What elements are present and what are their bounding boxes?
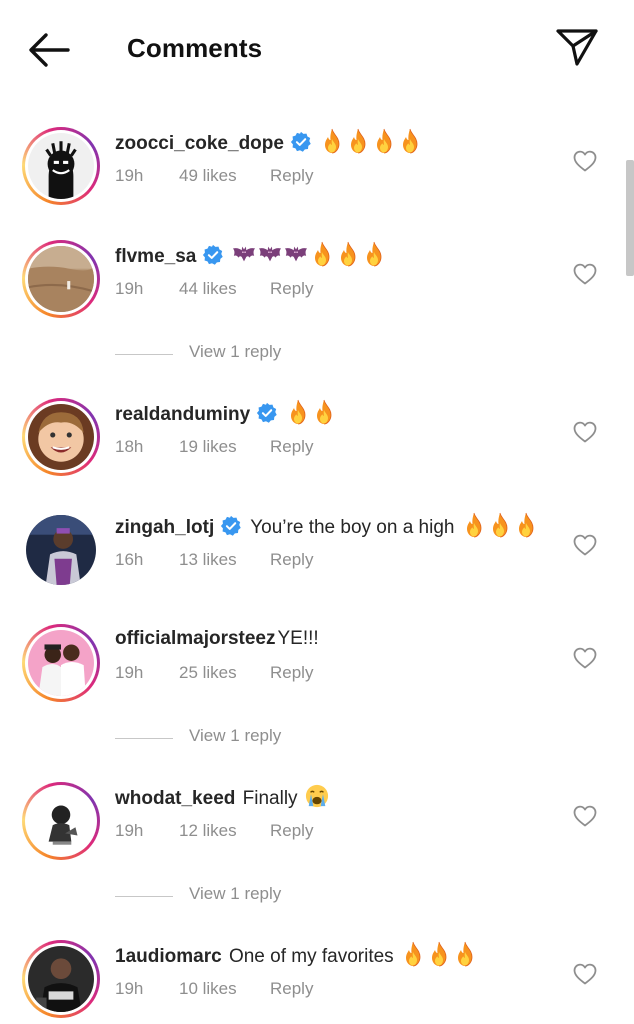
reply-button[interactable]: Reply (270, 166, 313, 186)
verified-badge-icon (220, 515, 242, 537)
arrow-left-icon (29, 33, 70, 67)
fire-emoji-icon (372, 128, 396, 154)
reply-button[interactable]: Reply (270, 437, 313, 457)
comment-time: 16h (115, 550, 144, 569)
view-replies-button[interactable]: View 1 reply (115, 342, 365, 366)
fire-emoji-icon (320, 128, 344, 154)
heart-icon[interactable] (572, 420, 598, 444)
comment-username[interactable]: 1audiomarc (115, 946, 222, 967)
verified-badge-icon (256, 402, 278, 424)
comment-time: 19h (115, 166, 144, 185)
comment-likes[interactable]: 13 likes (179, 550, 237, 570)
fire-emoji-icon (336, 241, 360, 267)
comment-body: zoocci_coke_dope (115, 128, 422, 158)
comment-body: 1audiomarc One of my favorites (115, 941, 477, 971)
divider (115, 738, 173, 739)
comment-text: You’re the boy on a high (250, 517, 455, 538)
fire-emoji-icon (398, 128, 422, 154)
comment-text: Finally (242, 788, 298, 809)
avatar[interactable] (22, 511, 100, 589)
comment-username[interactable]: flvme_sa (115, 246, 196, 267)
fire-emoji-icon (514, 512, 538, 538)
avatar[interactable] (22, 127, 100, 205)
avatar[interactable] (22, 398, 100, 476)
comment-likes[interactable]: 19 likes (179, 437, 237, 457)
comment-body: realdanduminy (115, 399, 336, 429)
share-button[interactable] (555, 26, 599, 68)
reply-button[interactable]: Reply (270, 550, 313, 570)
scrollbar[interactable] (626, 160, 634, 276)
comment-username[interactable]: whodat_keed (115, 788, 235, 809)
fire-emoji-icon (462, 512, 486, 538)
comment-username[interactable]: realdanduminy (115, 404, 250, 425)
avatar[interactable] (22, 624, 100, 702)
comment-time: 19h (115, 279, 144, 298)
comment-text: One of my favorites (228, 946, 394, 967)
avatar[interactable] (22, 782, 100, 860)
back-button[interactable] (26, 30, 72, 70)
verified-badge-icon (202, 244, 224, 266)
comment-time: 19h (115, 979, 144, 998)
comment-username[interactable]: zoocci_coke_dope (115, 133, 284, 154)
fire-emoji-icon (427, 941, 451, 967)
reply-button[interactable]: Reply (270, 279, 313, 299)
comment-body: whodat_keed Finally (115, 783, 329, 813)
heart-icon[interactable] (572, 646, 598, 670)
fire-emoji-icon (346, 128, 370, 154)
divider (115, 354, 173, 355)
view-replies-label: View 1 reply (189, 726, 282, 745)
comment-likes[interactable]: 44 likes (179, 279, 237, 299)
heart-icon[interactable] (572, 962, 598, 986)
comment-likes[interactable]: 12 likes (179, 821, 237, 841)
comment-body: zingah_lotj You’re the boy on a high (115, 512, 538, 542)
view-replies-button[interactable]: View 1 reply (115, 884, 365, 908)
view-replies-label: View 1 reply (189, 884, 282, 903)
avatar[interactable] (22, 240, 100, 318)
comment-likes[interactable]: 49 likes (179, 166, 237, 186)
fire-emoji-icon (488, 512, 512, 538)
verified-badge-icon (290, 131, 312, 153)
heart-icon[interactable] (572, 262, 598, 286)
comment-body: officialmajorsteez YE!!! (115, 625, 319, 653)
fire-emoji-icon (401, 941, 425, 967)
bat-emoji-icon (284, 241, 308, 267)
fire-emoji-icon (453, 941, 477, 967)
comment-username[interactable]: officialmajorsteez (115, 628, 276, 649)
comment-likes[interactable]: 25 likes (179, 663, 237, 683)
header-bar: Comments (0, 0, 634, 100)
comment-time: 19h (115, 663, 144, 682)
comment-text: YE!!! (277, 628, 319, 649)
reply-button[interactable]: Reply (270, 663, 313, 683)
fire-emoji-icon (312, 399, 336, 425)
heart-icon[interactable] (572, 533, 598, 557)
reply-button[interactable]: Reply (270, 821, 313, 841)
page-title: Comments (127, 33, 263, 63)
comment-time: 18h (115, 437, 144, 456)
heart-icon[interactable] (572, 149, 598, 173)
fire-emoji-icon (362, 241, 386, 267)
bat-emoji-icon (232, 241, 256, 267)
fire-emoji-icon (310, 241, 334, 267)
reply-button[interactable]: Reply (270, 979, 313, 999)
heart-icon[interactable] (572, 804, 598, 828)
paper-plane-icon (556, 29, 598, 66)
view-replies-button[interactable]: View 1 reply (115, 726, 365, 750)
avatar[interactable] (22, 940, 100, 1018)
comment-time: 19h (115, 821, 144, 840)
comment-likes[interactable]: 10 likes (179, 979, 237, 999)
comment-username[interactable]: zingah_lotj (115, 517, 214, 538)
view-replies-label: View 1 reply (189, 342, 282, 361)
divider (115, 896, 173, 897)
fire-emoji-icon (286, 399, 310, 425)
bat-emoji-icon (258, 241, 282, 267)
crying-face-emoji-icon (305, 783, 329, 809)
comment-body: flvme_sa (115, 241, 386, 271)
